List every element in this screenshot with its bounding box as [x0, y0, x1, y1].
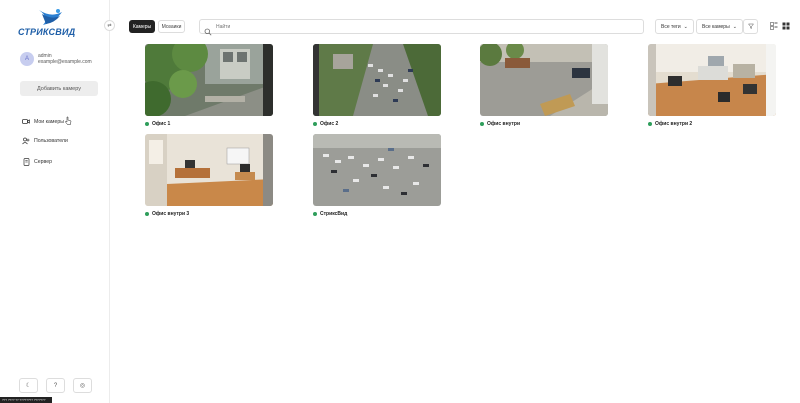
- camera-icon: [22, 118, 30, 126]
- camera-title: Офис внутри 3: [145, 211, 273, 217]
- camera-card[interactable]: Офис внутри 3: [145, 134, 273, 217]
- cursor-pointer-icon: [65, 116, 72, 127]
- sidebar-item-label: Сервер: [34, 159, 52, 165]
- camera-title: Офис внутри: [480, 121, 608, 127]
- sidebar: СТРИКСВИД A admin example@example.com До…: [0, 0, 110, 403]
- online-status-icon: [313, 212, 317, 216]
- camera-preview[interactable]: [313, 44, 441, 116]
- arrows-icon: ⇄: [107, 22, 112, 29]
- moon-icon: ☾: [25, 383, 32, 389]
- cameras-dropdown-label: Все камеры: [702, 23, 730, 30]
- camera-preview[interactable]: [480, 44, 608, 116]
- users-icon: [22, 137, 30, 145]
- tab-mosaics[interactable]: Мозаики: [158, 20, 185, 33]
- camera-preview[interactable]: [648, 44, 776, 116]
- help-icon: ?: [53, 382, 58, 389]
- sidebar-bottom-actions: ☾ ? ◎: [19, 378, 92, 393]
- camera-card[interactable]: Офис внутри 2: [648, 44, 776, 127]
- user-email: example@example.com: [38, 59, 92, 65]
- cameras-dropdown[interactable]: Все камеры ⌄: [696, 19, 743, 34]
- camera-name: Офис 1: [152, 121, 171, 127]
- tags-dropdown[interactable]: Все теги ⌄: [655, 19, 694, 34]
- search-icon: [204, 23, 212, 35]
- camera-preview[interactable]: [313, 134, 441, 206]
- collapse-sidebar-button[interactable]: ⇄: [104, 20, 115, 31]
- sidebar-item-users[interactable]: Пользователи: [22, 137, 68, 145]
- filter-button[interactable]: [743, 19, 758, 34]
- camera-title: Офис 1: [145, 121, 273, 127]
- tags-dropdown-label: Все теги: [661, 23, 681, 30]
- list-view-button[interactable]: [769, 21, 779, 31]
- camera-name: Офис 2: [320, 121, 339, 127]
- camera-title: СтриксВид: [313, 211, 441, 217]
- server-icon: [22, 158, 30, 166]
- tab-cameras[interactable]: Камеры: [129, 20, 155, 33]
- camera-card[interactable]: Офис 2: [313, 44, 441, 127]
- sidebar-item-my-cameras[interactable]: Мои камеры: [22, 116, 72, 127]
- support-button[interactable]: ◎: [73, 378, 92, 393]
- online-status-icon: [145, 122, 149, 126]
- sidebar-item-server[interactable]: Сервер: [22, 158, 52, 166]
- user-profile[interactable]: A admin example@example.com: [20, 52, 92, 66]
- grid-view-button[interactable]: [781, 21, 791, 31]
- filter-icon: [747, 23, 754, 31]
- search-input[interactable]: [216, 23, 616, 30]
- camera-name: Офис внутри 2: [655, 121, 693, 127]
- status-bar: ??? ???? ?? ???????? ???????: [0, 397, 52, 403]
- sidebar-item-label: Мои камеры: [34, 118, 64, 125]
- online-status-icon: [648, 122, 652, 126]
- sidebar-item-label: Пользователи: [34, 138, 68, 144]
- brand-wordmark: СТРИКСВИД: [18, 27, 76, 37]
- camera-card[interactable]: СтриксВид: [313, 134, 441, 217]
- help-button[interactable]: ?: [46, 378, 65, 393]
- avatar: A: [20, 52, 34, 66]
- chevron-down-icon: ⌄: [732, 23, 737, 30]
- online-status-icon: [480, 122, 484, 126]
- theme-toggle-button[interactable]: ☾: [19, 378, 38, 393]
- list-view-icon: [770, 17, 778, 35]
- brand-logo[interactable]: СТРИКСВИД: [18, 8, 82, 38]
- support-icon: ◎: [79, 383, 86, 389]
- camera-preview[interactable]: [145, 134, 273, 206]
- online-status-icon: [145, 212, 149, 216]
- camera-name: Офис внутри 3: [152, 211, 190, 217]
- camera-title: Офис 2: [313, 121, 441, 127]
- camera-preview[interactable]: [145, 44, 273, 116]
- chevron-down-icon: ⌄: [683, 23, 688, 30]
- add-camera-button[interactable]: Добавить камеру: [20, 81, 98, 96]
- logo-mark-icon: [39, 9, 62, 25]
- app: СТРИКСВИД A admin example@example.com До…: [0, 0, 800, 403]
- camera-name: Офис внутри: [487, 121, 521, 127]
- online-status-icon: [313, 122, 317, 126]
- search-box: [199, 19, 644, 35]
- camera-card[interactable]: Офис внутри: [480, 44, 608, 127]
- camera-card[interactable]: Офис 1: [145, 44, 273, 127]
- grid-view-icon: [782, 17, 790, 35]
- camera-title: Офис внутри 2: [648, 121, 776, 127]
- camera-name: СтриксВид: [320, 211, 348, 217]
